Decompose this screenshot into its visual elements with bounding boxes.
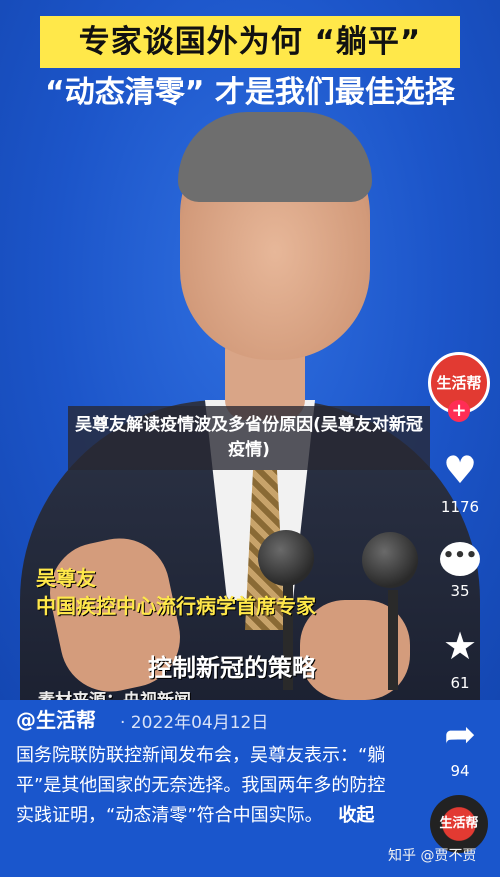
share-button[interactable]: ➦ 94 [430, 712, 490, 780]
follow-plus-button[interactable]: + [448, 400, 470, 422]
zhihu-watermark: 知乎 @贾不贾 [388, 848, 477, 864]
share-count: 94 [450, 762, 470, 780]
video-screen[interactable]: 专家谈国外为何 “躺平” “动态清零” 才是我们最佳选择 吴尊友解读疫情波及多省… [0, 0, 500, 877]
comment-count: 35 [450, 582, 470, 600]
speaker-hair [178, 112, 372, 202]
topic-caption: 控制新冠的策略 [148, 654, 316, 682]
headline-line-2: “动态清零” 才是我们最佳选择 [45, 75, 455, 110]
comment-button[interactable]: ••• 35 [430, 538, 490, 600]
favorite-count: 61 [450, 674, 470, 692]
post-description: 国务院联防联控新闻发布会，吴尊友表示：“躺平”是其他国家的无奈选择。我国两年多的… [16, 741, 386, 831]
like-button[interactable]: ♥ 1176 [430, 448, 490, 516]
star-icon: ★ [442, 624, 478, 668]
post-date: · 2022年04月12日 [120, 713, 269, 733]
author-handle[interactable]: @生活帮 [16, 704, 96, 733]
video-overlay-title: 吴尊友解读疫情波及多省份原因(吴尊友对新冠疫情) [68, 406, 430, 470]
comment-icon: ••• [440, 542, 480, 576]
speaker-name-caption: 吴尊友 [36, 566, 96, 590]
microphone-right [362, 532, 418, 588]
speaker-role-caption: 中国疾控中心流行病学首席专家 [36, 594, 316, 618]
like-count: 1176 [440, 498, 480, 516]
headline-line-1: 专家谈国外为何 “躺平” [78, 24, 422, 60]
microphone-stem-right [388, 590, 398, 690]
microphone-left [258, 530, 314, 586]
favorite-button[interactable]: ★ 61 [430, 624, 490, 692]
post-description-text: 国务院联防联控新闻发布会，吴尊友表示：“躺平”是其他国家的无奈选择。我国两年多的… [16, 745, 386, 826]
heart-icon: ♥ [442, 448, 478, 492]
share-arrow-icon: ➦ [444, 712, 476, 756]
collapse-button[interactable]: 收起 [338, 805, 374, 826]
